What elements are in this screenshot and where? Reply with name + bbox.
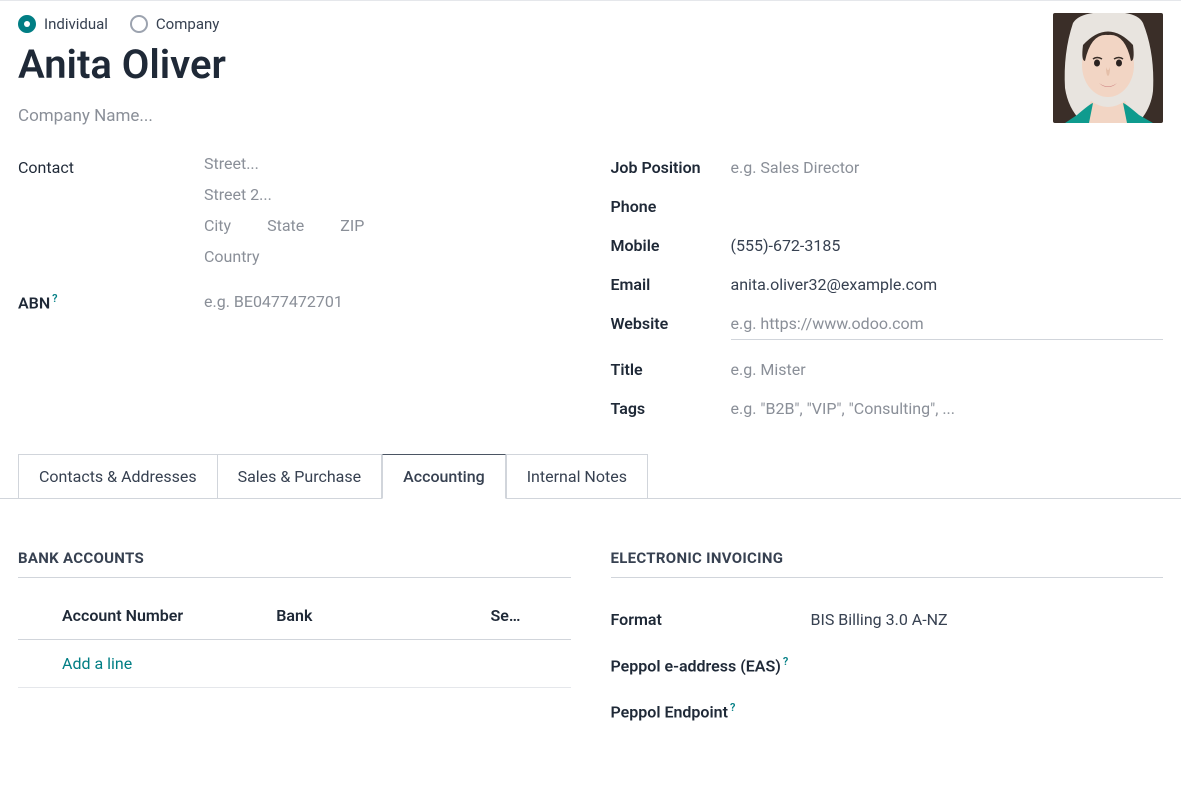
- street2-field[interactable]: Street 2...: [204, 185, 571, 204]
- radio-company[interactable]: Company: [130, 15, 219, 33]
- peppol-endpoint-field[interactable]: [811, 697, 1164, 701]
- title-label: Title: [611, 356, 731, 379]
- contact-name[interactable]: Anita Oliver: [18, 41, 1163, 88]
- peppol-endpoint-label: Peppol Endpoint?: [611, 697, 811, 721]
- radio-icon: [130, 15, 148, 33]
- email-field[interactable]: anita.oliver32@example.com: [731, 271, 1164, 294]
- bank-accounts-section: BANK ACCOUNTS Account Number Bank Se… Ad…: [18, 549, 571, 744]
- job-position-field[interactable]: e.g. Sales Director: [731, 154, 1164, 177]
- phone-field[interactable]: [731, 193, 1164, 197]
- tab-sales-purchase[interactable]: Sales & Purchase: [218, 454, 383, 498]
- contact-label: Contact: [18, 154, 204, 177]
- phone-label: Phone: [611, 193, 731, 216]
- mobile-label: Mobile: [611, 232, 731, 255]
- website-label: Website: [611, 310, 731, 333]
- col-bank: Bank: [276, 606, 490, 625]
- format-field[interactable]: BIS Billing 3.0 A-NZ: [811, 606, 1164, 629]
- help-icon[interactable]: ?: [52, 292, 57, 305]
- tags-field[interactable]: e.g. "B2B", "VIP", "Consulting", ...: [731, 395, 1164, 418]
- abn-label: ABN?: [18, 288, 204, 312]
- bank-add-row[interactable]: Add a line: [18, 640, 571, 688]
- job-position-label: Job Position: [611, 154, 731, 177]
- website-field[interactable]: e.g. https://www.odoo.com: [731, 310, 1164, 340]
- tab-bar: Contacts & Addresses Sales & Purchase Ac…: [0, 454, 1181, 499]
- email-label: Email: [611, 271, 731, 294]
- country-field[interactable]: Country: [204, 247, 571, 266]
- peppol-eas-label: Peppol e-address (EAS)?: [611, 651, 811, 675]
- radio-individual-label: Individual: [44, 15, 108, 33]
- address-block[interactable]: Street... Street 2... City State ZIP Cou…: [204, 154, 571, 278]
- help-icon[interactable]: ?: [783, 655, 788, 668]
- abn-field[interactable]: e.g. BE0477472701: [204, 288, 571, 311]
- add-a-line[interactable]: Add a line: [62, 654, 276, 673]
- col-account-number: Account Number: [62, 606, 276, 625]
- tab-accounting[interactable]: Accounting: [382, 454, 506, 499]
- bank-table-header: Account Number Bank Se…: [18, 606, 571, 640]
- bank-accounts-title: BANK ACCOUNTS: [18, 549, 571, 578]
- city-field[interactable]: City: [204, 216, 231, 235]
- col-send-money: Se…: [491, 606, 571, 625]
- contact-type-radio-group: Individual Company: [18, 15, 1163, 33]
- zip-field[interactable]: ZIP: [340, 216, 364, 235]
- radio-individual[interactable]: Individual: [18, 15, 108, 33]
- street-field[interactable]: Street...: [204, 154, 571, 173]
- mobile-field[interactable]: (555)-672-3185: [731, 232, 1164, 255]
- tags-label: Tags: [611, 395, 731, 418]
- bank-empty-row: [18, 688, 571, 728]
- electronic-invoicing-section: ELECTRONIC INVOICING Format BIS Billing …: [611, 549, 1164, 744]
- peppol-eas-field[interactable]: [811, 651, 1164, 655]
- help-icon[interactable]: ?: [730, 701, 735, 714]
- title-field[interactable]: e.g. Mister: [731, 356, 1164, 379]
- state-field[interactable]: State: [267, 216, 304, 235]
- company-name-field[interactable]: Company Name...: [18, 106, 1163, 126]
- avatar[interactable]: [1053, 13, 1163, 123]
- electronic-invoicing-title: ELECTRONIC INVOICING: [611, 549, 1164, 578]
- radio-icon: [18, 15, 36, 33]
- format-label: Format: [611, 606, 811, 629]
- tab-contacts-addresses[interactable]: Contacts & Addresses: [18, 454, 218, 498]
- tab-internal-notes[interactable]: Internal Notes: [506, 454, 648, 498]
- radio-company-label: Company: [156, 15, 219, 33]
